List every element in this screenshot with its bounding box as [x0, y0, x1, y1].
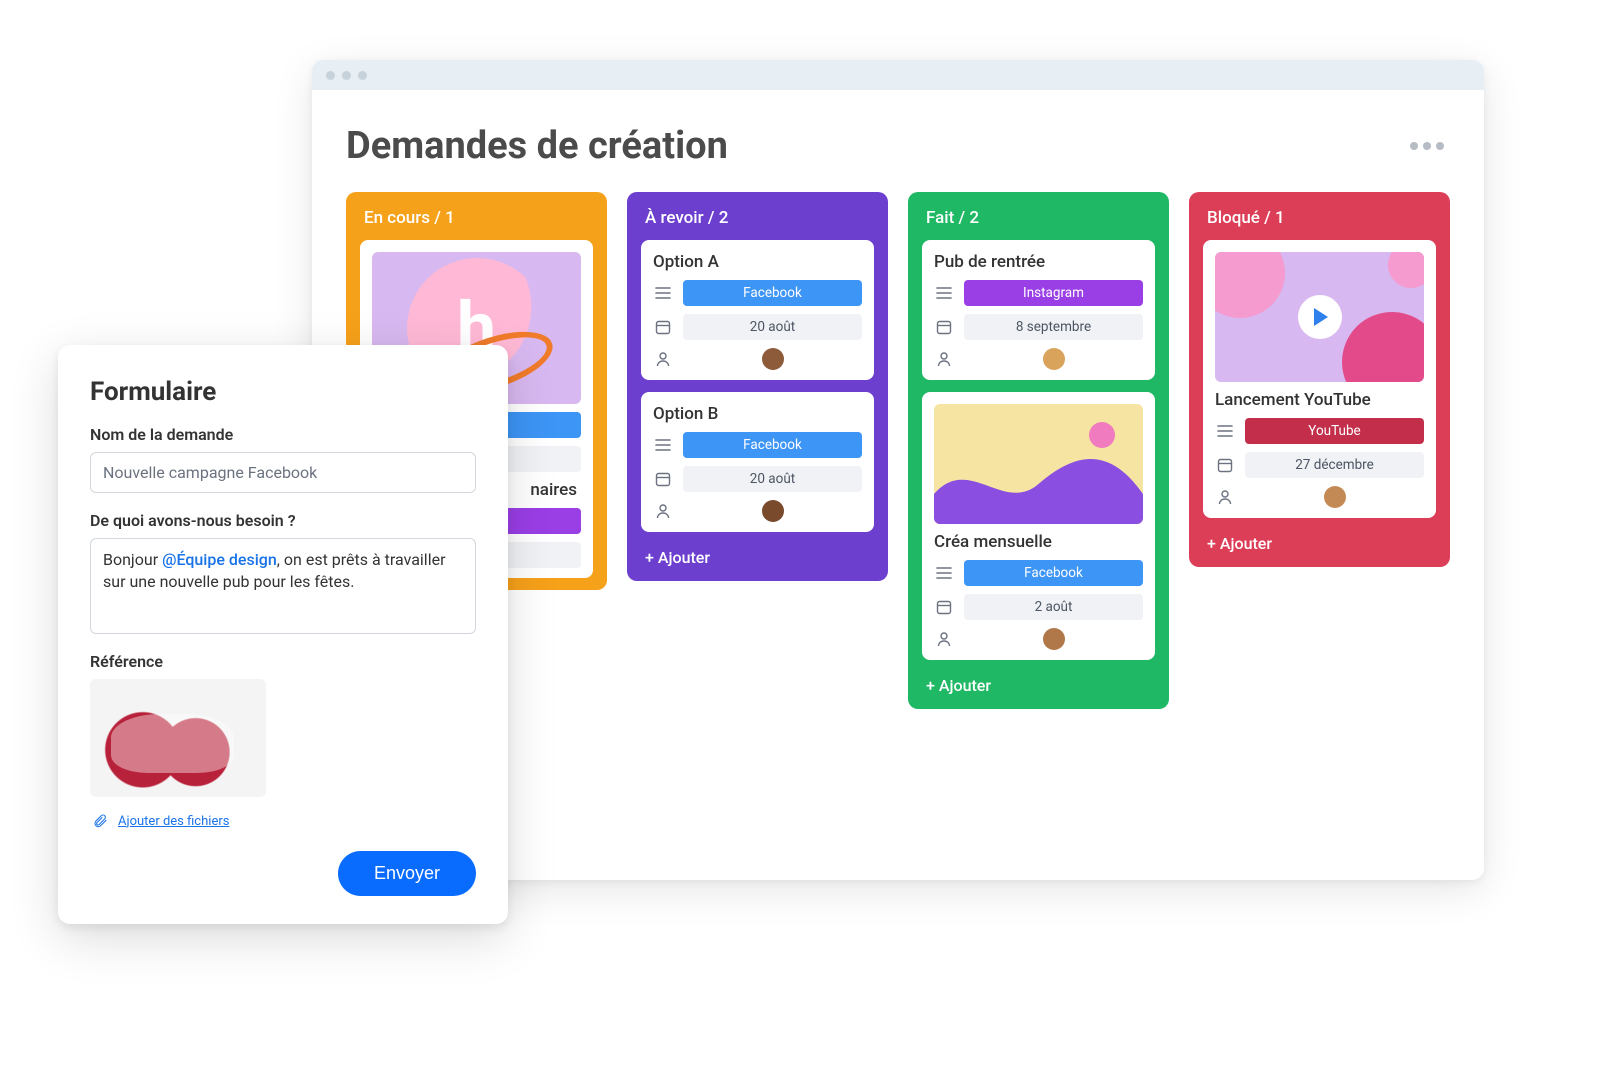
kanban-card[interactable]: Créa mensuelle Facebook 2 août: [922, 392, 1155, 660]
attachment-icon: [90, 811, 110, 831]
channel-tag: Instagram: [964, 280, 1143, 306]
card-title: Lancement YouTube: [1215, 390, 1424, 410]
kanban-card[interactable]: Option B Facebook 20 août: [641, 392, 874, 532]
form-heading: Formulaire: [90, 377, 476, 407]
column-fait: Fait / 2 Pub de rentrée Instagram 8 sept…: [908, 192, 1169, 709]
request-need-textarea[interactable]: Bonjour @Équipe design, on est prêts à t…: [90, 538, 476, 634]
need-text-before: Bonjour: [103, 550, 162, 569]
card-date: 20 août: [683, 466, 862, 492]
add-card-button[interactable]: + Ajouter: [1203, 530, 1436, 555]
card-title: Pub de rentrée: [934, 252, 1143, 272]
card-title: Option A: [653, 252, 862, 272]
channel-tag: Facebook: [683, 280, 862, 306]
avatar: [1043, 348, 1065, 370]
traffic-light-dot: [342, 71, 351, 80]
column-header: Fait / 2: [922, 206, 1155, 228]
card-date: 2 août: [964, 594, 1143, 620]
reference-image[interactable]: [90, 679, 266, 797]
list-icon: [934, 283, 954, 303]
column-header: En cours / 1: [360, 206, 593, 228]
kanban-card[interactable]: Lancement YouTube YouTube 27 décembre: [1203, 240, 1436, 518]
avatar: [1043, 628, 1065, 650]
more-icon[interactable]: [1404, 136, 1450, 156]
list-icon: [653, 435, 673, 455]
traffic-light-dot: [326, 71, 335, 80]
column-bloque: Bloqué / 1 Lancement YouTube YouTube 27 …: [1189, 192, 1450, 567]
board-header: Demandes de création: [346, 124, 1450, 168]
channel-tag: Facebook: [683, 432, 862, 458]
list-icon: [653, 283, 673, 303]
kanban-columns: En cours / 1 h book: [346, 192, 1450, 709]
person-icon: [934, 629, 954, 649]
card-date: 8 septembre: [964, 314, 1143, 340]
avatar: [762, 348, 784, 370]
card-image: [934, 404, 1143, 524]
add-card-button[interactable]: + Ajouter: [922, 672, 1155, 697]
channel-tag: Facebook: [964, 560, 1143, 586]
calendar-icon: [934, 597, 954, 617]
submit-button[interactable]: Envoyer: [338, 851, 476, 896]
person-icon: [1215, 487, 1235, 507]
avatar: [762, 500, 784, 522]
kanban-card[interactable]: Option A Facebook 20 août: [641, 240, 874, 380]
traffic-light-dot: [358, 71, 367, 80]
request-name-input[interactable]: [90, 452, 476, 493]
kanban-card[interactable]: Pub de rentrée Instagram 8 septembre: [922, 240, 1155, 380]
card-video-thumb[interactable]: [1215, 252, 1424, 382]
play-icon[interactable]: [1298, 295, 1342, 339]
field-label-reference: Référence: [90, 652, 476, 671]
field-label-need: De quoi avons-nous besoin ?: [90, 511, 476, 530]
person-icon: [934, 349, 954, 369]
window-titlebar: [312, 60, 1484, 90]
field-label-name: Nom de la demande: [90, 425, 476, 444]
calendar-icon: [934, 317, 954, 337]
column-a-revoir: À revoir / 2 Option A Facebook 20 août: [627, 192, 888, 581]
calendar-icon: [653, 469, 673, 489]
card-date: 27 décembre: [1245, 452, 1424, 478]
add-card-button[interactable]: + Ajouter: [641, 544, 874, 569]
column-header: Bloqué / 1: [1203, 206, 1436, 228]
channel-tag: YouTube: [1245, 418, 1424, 444]
list-icon: [934, 563, 954, 583]
board-title: Demandes de création: [346, 124, 728, 168]
calendar-icon: [1215, 455, 1235, 475]
card-date: 20 août: [683, 314, 862, 340]
card-title: Option B: [653, 404, 862, 424]
add-files-link[interactable]: Ajouter des fichiers: [118, 814, 229, 829]
person-icon: [653, 349, 673, 369]
calendar-icon: [653, 317, 673, 337]
list-icon: [1215, 421, 1235, 441]
column-header: À revoir / 2: [641, 206, 874, 228]
person-icon: [653, 501, 673, 521]
request-form-modal: Formulaire Nom de la demande De quoi avo…: [58, 345, 508, 924]
mention[interactable]: @Équipe design: [162, 550, 277, 569]
avatar: [1324, 486, 1346, 508]
card-title: Créa mensuelle: [934, 532, 1143, 552]
